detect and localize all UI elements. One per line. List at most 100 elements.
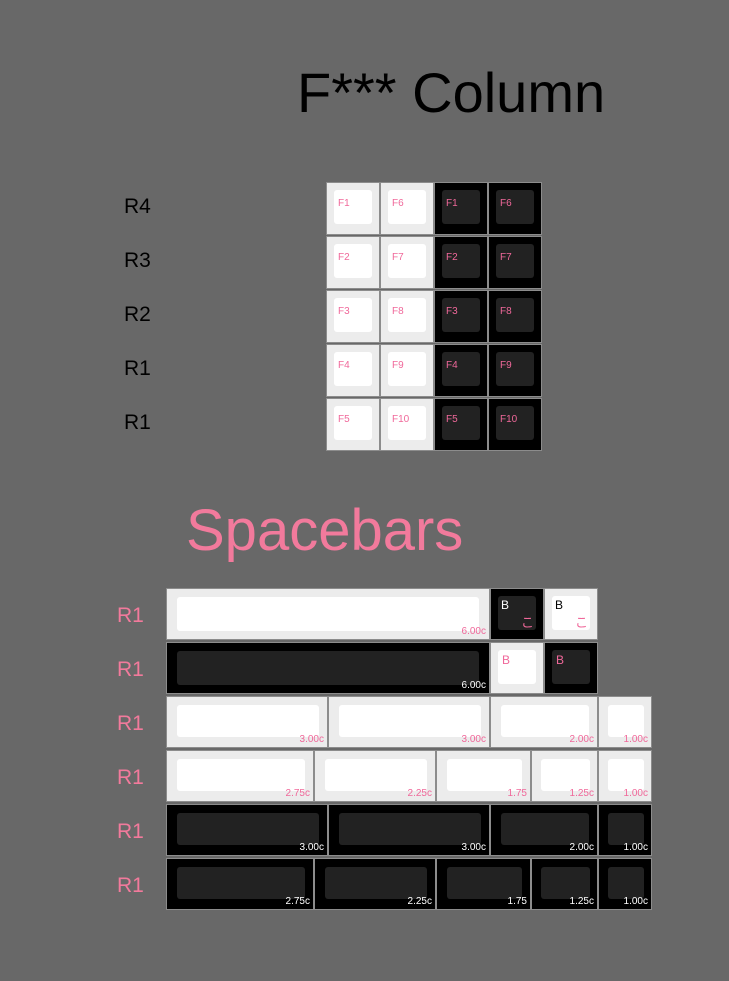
- f-key: F9: [488, 344, 542, 397]
- f-key-legend: F7: [392, 252, 404, 263]
- f-key-legend: F5: [338, 414, 350, 425]
- spacebar-size-label: 3.00c: [461, 734, 486, 745]
- spacebar-key: 2.75c: [166, 750, 314, 802]
- spacebar-size-label: 2.00c: [569, 734, 594, 745]
- b-key-black: B こ: [490, 588, 544, 640]
- f-key-legend: F4: [446, 360, 458, 371]
- spacebar-size-label: 2.75c: [285, 896, 310, 907]
- f-key-legend: F5: [446, 414, 458, 425]
- b-key-white: B こ: [544, 588, 598, 640]
- spacebar-key: 3.00c: [328, 804, 490, 856]
- spacebar-size-label: 1.25c: [569, 896, 594, 907]
- spacebar-size-label: 3.00c: [461, 842, 486, 853]
- spacebar-6u-black: 6.00c: [166, 642, 490, 694]
- spacebar-size-label: 1.00c: [623, 734, 648, 745]
- f-key: F6: [380, 182, 434, 235]
- f-key: F9: [380, 344, 434, 397]
- space-row-label-1: R1: [117, 604, 144, 627]
- space-row-label-2: R1: [117, 658, 144, 681]
- space-row-label-5: R1: [117, 820, 144, 843]
- spacebar-key: 1.00c: [598, 858, 652, 910]
- f-key: F3: [326, 290, 380, 343]
- f-key-legend: F1: [446, 198, 458, 209]
- f-key-legend: F3: [446, 306, 458, 317]
- spacebar-size-label: 2.75c: [285, 788, 310, 799]
- f-key-legend: F4: [338, 360, 350, 371]
- space-row-label-6: R1: [117, 874, 144, 897]
- f-key-legend: F7: [500, 252, 512, 263]
- spacebar-key: 1.25c: [531, 858, 598, 910]
- space-row-label-3: R1: [117, 712, 144, 735]
- f-key: F6: [488, 182, 542, 235]
- f-key: F2: [326, 236, 380, 289]
- f-key-legend: F9: [392, 360, 404, 371]
- f-key-legend: F8: [500, 306, 512, 317]
- spacebar-size-label: 2.25c: [407, 896, 432, 907]
- f-row-label-1: R4: [124, 195, 151, 218]
- b-key-black: B: [544, 642, 598, 694]
- spacebar-size-label: 1.00c: [623, 896, 648, 907]
- f-column-title: F*** Column: [297, 61, 606, 124]
- f-key: F10: [380, 398, 434, 451]
- b-key-jp-legend: こ: [575, 615, 589, 630]
- b-key-legend: B: [502, 653, 511, 667]
- f-key-legend: F1: [338, 198, 350, 209]
- space-row-label-4: R1: [117, 766, 144, 789]
- spacebar-key: 3.00c: [166, 804, 328, 856]
- spacebar-key: 2.00c: [490, 696, 598, 748]
- spacebars-title: Spacebars: [186, 498, 464, 563]
- f-key-legend: F6: [392, 198, 404, 209]
- spacebar-size-label: 3.00c: [299, 734, 324, 745]
- b-key-jp-legend: こ: [521, 615, 535, 630]
- f-row-label-2: R3: [124, 249, 151, 272]
- spacebar-key: 3.00c: [328, 696, 490, 748]
- f-key: F5: [434, 398, 488, 451]
- spacebar-key: 1.75: [436, 858, 531, 910]
- f-key: F7: [380, 236, 434, 289]
- f-key: F7: [488, 236, 542, 289]
- b-key-legend: B: [555, 598, 564, 612]
- f-key-legend: F10: [392, 414, 410, 425]
- spacebar-size-label: 1.00c: [623, 842, 648, 853]
- spacebar-key: 3.00c: [166, 696, 328, 748]
- b-key-white: B: [490, 642, 544, 694]
- spacebar-key: 1.00c: [598, 696, 652, 748]
- spacebar-key: 2.25c: [314, 858, 436, 910]
- f-key: F10: [488, 398, 542, 451]
- f-key: F3: [434, 290, 488, 343]
- f-key: F4: [326, 344, 380, 397]
- f-key-legend: F6: [500, 198, 512, 209]
- f-row-label-4: R1: [124, 357, 151, 380]
- f-key: F8: [488, 290, 542, 343]
- f-key: F4: [434, 344, 488, 397]
- f-key: F2: [434, 236, 488, 289]
- spacebar-key: 2.25c: [314, 750, 436, 802]
- spacebar-key: 2.00c: [490, 804, 598, 856]
- f-key: F8: [380, 290, 434, 343]
- f-key: F5: [326, 398, 380, 451]
- f-key: F1: [434, 182, 488, 235]
- f-key-legend: F9: [500, 360, 512, 371]
- f-key-legend: F2: [446, 252, 458, 263]
- f-row-label-5: R1: [124, 411, 151, 434]
- spacebar-key: 1.25c: [531, 750, 598, 802]
- spacebar-key: 2.75c: [166, 858, 314, 910]
- spacebar-6u-white: 6.00c: [166, 588, 490, 640]
- spacebar-size-label: 2.25c: [407, 788, 432, 799]
- f-row-label-3: R2: [124, 303, 151, 326]
- f-key-legend: F8: [392, 306, 404, 317]
- f-key-legend: F10: [500, 414, 518, 425]
- spacebar-size-label: 1.75: [507, 788, 527, 799]
- spacebar-size-label: 1.25c: [569, 788, 594, 799]
- spacebar-key: 1.75: [436, 750, 531, 802]
- f-key-legend: F3: [338, 306, 350, 317]
- spacebar-size-label: 1.00c: [623, 788, 648, 799]
- f-key-legend: F2: [338, 252, 350, 263]
- spacebar-key: 1.00c: [598, 750, 652, 802]
- spacebar-size-label: 2.00c: [569, 842, 594, 853]
- b-key-legend: B: [556, 653, 565, 667]
- spacebar-size-label: 6.00c: [461, 680, 486, 691]
- spacebar-size-label: 6.00c: [461, 626, 486, 637]
- b-key-legend: B: [501, 598, 510, 612]
- f-key: F1: [326, 182, 380, 235]
